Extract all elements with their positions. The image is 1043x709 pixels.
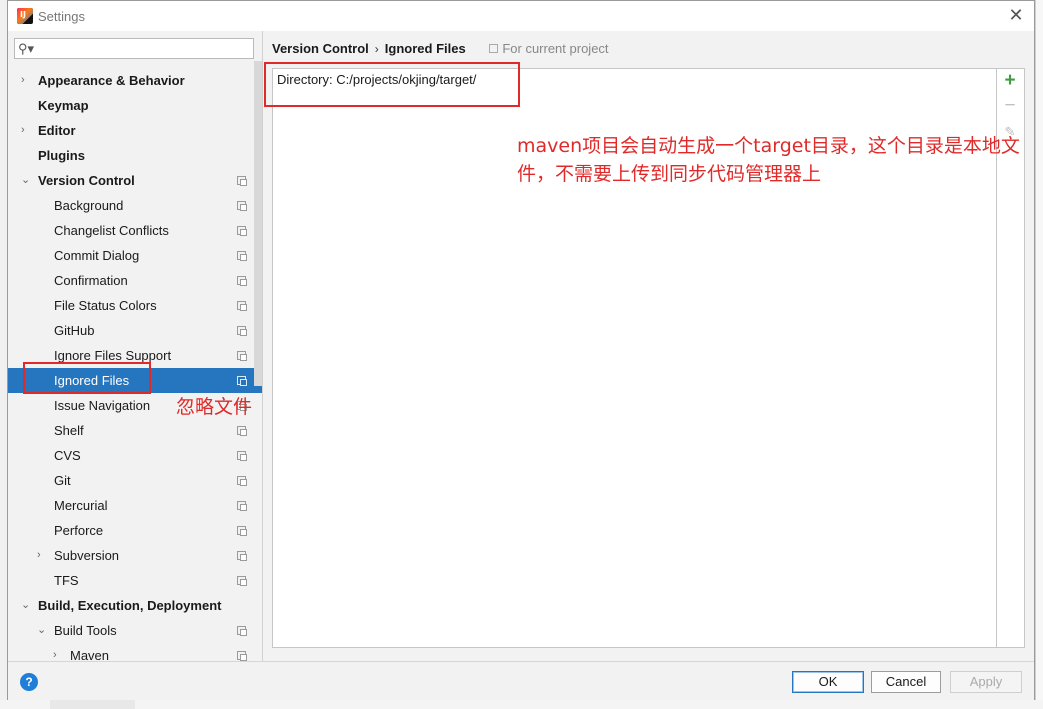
project-scope-icon (237, 476, 247, 486)
project-scope-icon (237, 251, 247, 261)
sidebar-item-confirmation[interactable]: Confirmation (8, 268, 262, 293)
project-scope-icon (237, 576, 247, 586)
sidebar-item-file-status-colors[interactable]: File Status Colors (8, 293, 262, 318)
project-scope-icon (237, 501, 247, 511)
sidebar-item-git[interactable]: Git (8, 468, 262, 493)
annotation-label: 忽略文件 (176, 396, 253, 418)
project-scope-icon (237, 376, 247, 386)
cancel-button[interactable]: Cancel (871, 671, 941, 693)
sidebar-item-label: Background (54, 198, 124, 213)
project-scope-icon (237, 551, 247, 561)
sidebar-item-github[interactable]: GitHub (8, 318, 262, 343)
highlight-box-directory (264, 62, 520, 107)
project-scope-icon (237, 176, 247, 186)
background-editor-strip (0, 700, 1043, 709)
sidebar-item-cvs[interactable]: CVS (8, 443, 262, 468)
chevron-right-icon[interactable]: › (37, 543, 41, 568)
chevron-right-icon[interactable]: › (21, 118, 25, 143)
sidebar-item-label: File Status Colors (54, 298, 157, 313)
sidebar-item-appearance-behavior[interactable]: › Appearance & Behavior (8, 68, 262, 93)
sidebar-item-mercurial[interactable]: Mercurial (8, 493, 262, 518)
sidebar-scrollbar[interactable] (254, 61, 262, 386)
project-scope-icon (237, 651, 247, 661)
sidebar-item-label: Build Tools (54, 623, 117, 638)
sidebar-item-label: Maven (70, 648, 110, 661)
chevron-down-icon[interactable]: ⌄ (21, 593, 30, 618)
highlight-box-ignored-files (23, 362, 151, 394)
sidebar-item-label: Subversion (54, 548, 120, 563)
sidebar-item-label: Issue Navigation (54, 398, 151, 413)
sidebar-item-commit-dialog[interactable]: Commit Dialog (8, 243, 262, 268)
sidebar-item-label: Version Control (38, 173, 135, 188)
sidebar-item-label: Confirmation (54, 273, 128, 288)
background-window-edge (1035, 0, 1043, 709)
background-editor-gutter (50, 700, 135, 709)
add-icon[interactable]: + (1001, 71, 1019, 90)
sidebar-item-build-execution-deployment[interactable]: ⌄ Build, Execution, Deployment (8, 593, 262, 618)
sidebar-item-shelf[interactable]: Shelf (8, 418, 262, 443)
project-scope-icon (237, 226, 247, 236)
search-icon: ⚲▾ (18, 41, 35, 56)
sidebar-item-perforce[interactable]: Perforce (8, 518, 262, 543)
sidebar-item-maven[interactable]: › Maven (8, 643, 262, 661)
breadcrumb-current: Ignored Files (384, 41, 466, 56)
sidebar-item-changelist-conflicts[interactable]: Changelist Conflicts (8, 218, 262, 243)
project-scope-icon (237, 326, 247, 336)
window-title: Settings (38, 9, 85, 24)
title-bar: Settings ✕ (8, 1, 1034, 31)
sidebar-item-editor[interactable]: › Editor (8, 118, 262, 143)
annotation-note: maven项目会自动生成一个target目录，这个目录是本地文件，不需要上传到同… (517, 135, 1020, 185)
help-icon[interactable]: ? (20, 673, 38, 691)
project-scope-icon (237, 451, 247, 461)
project-scope-icon (237, 201, 247, 211)
breadcrumb: Version Control › Ignored Files For curren… (272, 41, 609, 59)
sidebar-item-subversion[interactable]: › Subversion (8, 543, 262, 568)
project-scope-icon (237, 626, 247, 636)
chevron-right-icon[interactable]: › (21, 68, 25, 93)
intellij-logo-icon (17, 8, 33, 24)
breadcrumb-separator: › (374, 42, 379, 56)
settings-sidebar: ⚲▾ › Appearance & Behavior Keymap › Editor Pl… (8, 31, 263, 661)
project-scope-icon (237, 301, 247, 311)
project-scope-icon (237, 276, 247, 286)
project-scope-icon (237, 526, 247, 536)
sidebar-item-label: Plugins (38, 148, 85, 163)
sidebar-item-label: Git (54, 473, 71, 488)
remove-icon[interactable]: − (1001, 96, 1019, 115)
sidebar-item-label: CVS (54, 448, 81, 463)
sidebar-item-label: Keymap (38, 98, 89, 113)
search-input[interactable]: ⚲▾ (14, 38, 254, 59)
apply-button[interactable]: Apply (950, 671, 1022, 693)
ok-button[interactable]: OK (792, 671, 864, 693)
sidebar-item-label: Appearance & Behavior (38, 73, 185, 88)
breadcrumb-parent: Version Control (272, 41, 369, 56)
chevron-down-icon[interactable]: ⌄ (37, 618, 46, 643)
project-scope-icon (237, 426, 247, 436)
sidebar-item-background[interactable]: Background (8, 193, 262, 218)
sidebar-item-tfs[interactable]: TFS (8, 568, 262, 593)
sidebar-item-label: Editor (38, 123, 76, 138)
scope-label: For current project (502, 41, 609, 56)
sidebar-item-label: Shelf (54, 423, 84, 438)
project-scope-icon (237, 351, 247, 361)
chevron-down-icon[interactable]: ⌄ (21, 168, 30, 193)
sidebar-item-keymap[interactable]: Keymap (8, 93, 262, 118)
sidebar-item-plugins[interactable]: Plugins (8, 143, 262, 168)
sidebar-item-label: Changelist Conflicts (54, 223, 169, 238)
sidebar-item-build-tools[interactable]: ⌄ Build Tools (8, 618, 262, 643)
close-icon[interactable]: ✕ (1006, 5, 1026, 25)
chevron-right-icon[interactable]: › (53, 643, 57, 661)
sidebar-item-version-control[interactable]: ⌄ Version Control (8, 168, 262, 193)
dialog-footer: ? OK Cancel Apply (8, 661, 1034, 700)
sidebar-item-label: Perforce (54, 523, 104, 538)
project-scope-icon (489, 44, 499, 53)
sidebar-item-label: Commit Dialog (54, 248, 140, 263)
sidebar-item-label: GitHub (54, 323, 95, 338)
settings-window: Settings ✕ ⚲▾ › Appearance & Behavior Keym… (7, 0, 1035, 700)
sidebar-item-label: Build, Execution, Deployment (38, 598, 222, 613)
sidebar-item-label: TFS (54, 573, 79, 588)
sidebar-item-label: Mercurial (54, 498, 108, 513)
